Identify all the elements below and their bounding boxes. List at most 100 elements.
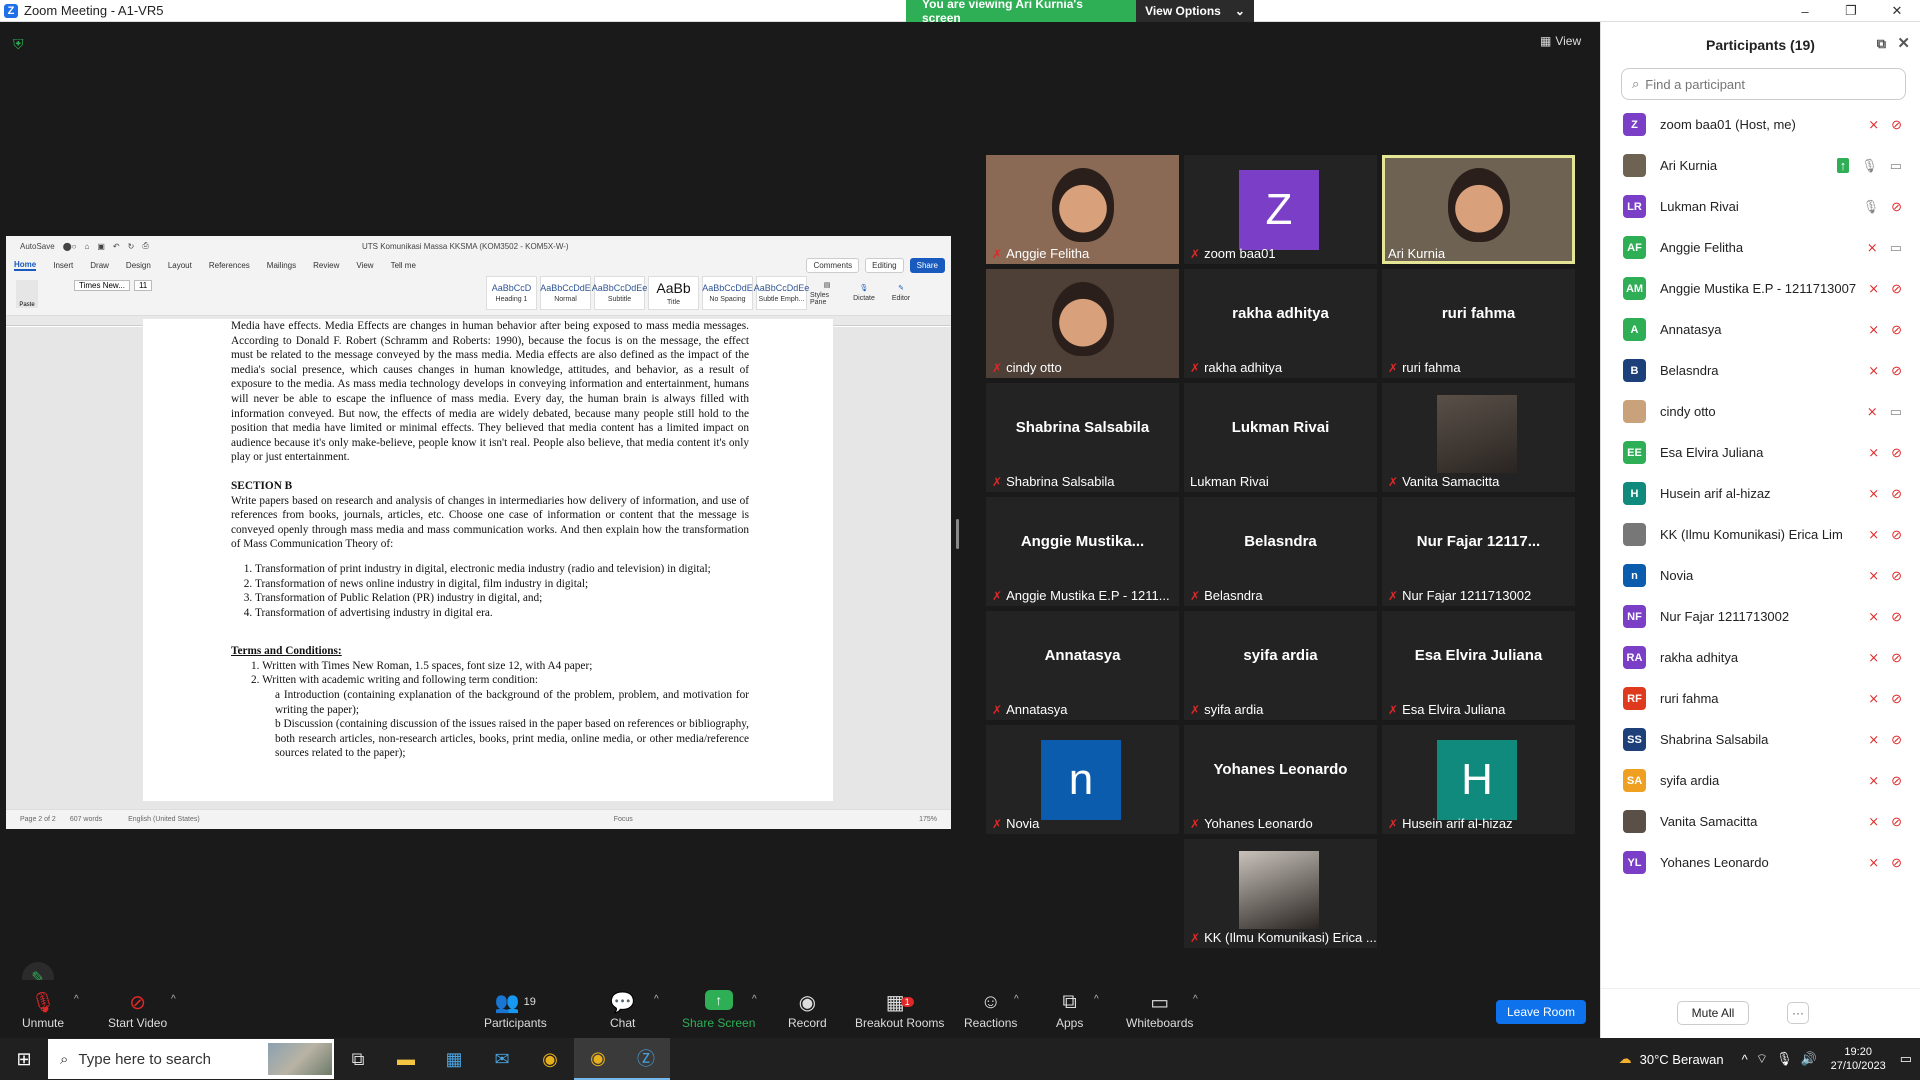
video-tile[interactable]: ruri fahma ✗ ruri fahma (1382, 269, 1575, 378)
video-tile[interactable]: ✗ Anggie Felitha (986, 155, 1179, 264)
taskbar-search-box[interactable]: ⌕ Type here to search (48, 1039, 334, 1079)
participant-row[interactable]: EE Esa Elvira Juliana ⨯ ⊘ (1601, 432, 1920, 473)
whiteboards-chevron-icon[interactable]: ^ (1193, 994, 1198, 1005)
apps-chevron-icon[interactable]: ^ (1094, 994, 1099, 1005)
participant-avatar: H (1437, 740, 1517, 820)
mail-icon[interactable]: ✉ (478, 1038, 526, 1080)
share-screen-button[interactable]: ↑ Share Screen (682, 990, 755, 1030)
participant-row[interactable]: Vanita Samacitta ⨯ ⊘ (1601, 801, 1920, 842)
microphone-muted-icon: ⨯ (1868, 321, 1880, 337)
video-tile[interactable]: Shabrina Salsabila ✗ Shabrina Salsabila (986, 383, 1179, 492)
video-tile[interactable]: ✗ Vanita Samacitta (1382, 383, 1575, 492)
document-page: Media have effects. Media Effects are ch… (143, 319, 833, 801)
mute-all-button[interactable]: Mute All (1677, 1001, 1749, 1025)
participant-row[interactable]: B Belasndra ⨯ ⊘ (1601, 350, 1920, 391)
microphone-muted-icon: ⨯ (1868, 649, 1880, 665)
participant-row[interactable]: H Husein arif al-hizaz ⨯ ⊘ (1601, 473, 1920, 514)
audio-options-chevron-icon[interactable]: ^ (74, 994, 79, 1005)
participant-row[interactable]: RA rakha adhitya ⨯ ⊘ (1601, 637, 1920, 678)
video-tile[interactable]: Belasndra ✗ Belasndra (1184, 497, 1377, 606)
participant-row[interactable]: Zzoom baa01 (Host, me) ⨯ ⊘ (1601, 104, 1920, 145)
video-tile[interactable]: n ✗ Novia (986, 725, 1179, 834)
microsoft-store-icon[interactable]: ▦ (430, 1038, 478, 1080)
reactions-chevron-icon[interactable]: ^ (1014, 994, 1019, 1005)
video-tile[interactable]: ✗ KK (Ilmu Komunikasi) Erica ... (1184, 839, 1377, 948)
more-options-button[interactable]: ··· (1787, 1002, 1809, 1024)
unmute-button[interactable]: 🎙 Unmute (22, 990, 64, 1031)
video-tile[interactable]: Esa Elvira Juliana ✗ Esa Elvira Juliana (1382, 611, 1575, 720)
participant-row[interactable]: AM Anggie Mustika E.P - 1211713007 ⨯ ⊘ (1601, 268, 1920, 309)
font-size-field: 11 (133, 280, 153, 291)
video-tile[interactable]: Lukman Rivai Lukman Rivai (1184, 383, 1377, 492)
video-tile[interactable]: H ✗ Husein arif al-hizaz (1382, 725, 1575, 834)
apps-button[interactable]: ⧉ Apps (1056, 990, 1083, 1031)
participant-row[interactable]: AF Anggie Felitha ⨯ ▭ (1601, 227, 1920, 268)
pop-out-icon[interactable]: ⧉ (1877, 36, 1886, 52)
encryption-shield-icon[interactable]: ⛨ (13, 36, 27, 52)
video-options-chevron-icon[interactable]: ^ (171, 994, 176, 1005)
reactions-button[interactable]: ☺ Reactions (964, 990, 1017, 1031)
video-tile[interactable]: syifa ardia ✗ syifa ardia (1184, 611, 1377, 720)
video-tile[interactable]: Anggie Mustika... ✗ Anggie Mustika E.P - 1… (986, 497, 1179, 606)
participant-status-icons: ⨯ ⊘ (1868, 691, 1902, 707)
taskbar-search-text: Type here to search (78, 1050, 211, 1068)
participants-title: Participants (19) (1706, 37, 1815, 53)
zoom-app-icon[interactable]: Ⓩ (622, 1038, 670, 1080)
speaker-icon[interactable]: 🔊 (1800, 1051, 1816, 1067)
record-button[interactable]: ◉ Record (788, 990, 827, 1031)
home-icon: ⌂ (84, 241, 90, 251)
chrome-profile-icon[interactable]: ◉ (574, 1038, 622, 1080)
participant-row[interactable]: LR Lukman Rivai 🎙 ⊘ (1601, 186, 1920, 227)
tray-chevron-icon[interactable]: ^ (1742, 1052, 1748, 1067)
video-off-icon: ⊘ (1891, 321, 1902, 337)
video-tile[interactable]: Yohanes Leonardo ✗ Yohanes Leonardo (1184, 725, 1377, 834)
microphone-tray-icon[interactable]: 🎙 (1776, 1051, 1793, 1067)
participant-row[interactable]: A Annatasya ⨯ ⊘ (1601, 309, 1920, 350)
video-tile[interactable]: Z ✗ zoom baa01 (1184, 155, 1377, 264)
whiteboards-button[interactable]: ▭ Whiteboards (1126, 990, 1193, 1031)
close-panel-icon[interactable]: ✕ (1897, 34, 1910, 52)
leave-room-button[interactable]: Leave Room (1496, 1000, 1586, 1024)
participant-row[interactable]: NF Nur Fajar 1211713002 ⨯ ⊘ (1601, 596, 1920, 637)
file-explorer-icon[interactable]: ▬ (382, 1038, 430, 1080)
maximize-button[interactable]: ❐ (1828, 0, 1874, 22)
network-icon[interactable]: ⌔ (1756, 1051, 1768, 1067)
participant-row[interactable]: SA syifa ardia ⨯ ⊘ (1601, 760, 1920, 801)
participant-display-name: ruri fahma (1441, 305, 1516, 322)
clock[interactable]: 19:20 27/10/2023 (1831, 1045, 1886, 1073)
undo-icon: ↶ (112, 241, 120, 251)
video-tile[interactable]: ✗ cindy otto (986, 269, 1179, 378)
breakout-rooms-button[interactable]: ▦ 1 Breakout Rooms (855, 990, 944, 1031)
view-layout-button[interactable]: ▦ View (1540, 34, 1581, 48)
participant-row[interactable]: SS Shabrina Salsabila ⨯ ⊘ (1601, 719, 1920, 760)
tile-name: Esa Elvira Juliana (1402, 702, 1506, 717)
video-tile[interactable]: Ari Kurnia (1382, 155, 1575, 264)
chat-options-chevron-icon[interactable]: ^ (654, 994, 659, 1005)
tile-name-label: ✗ ruri fahma (1388, 360, 1461, 375)
video-tile[interactable]: Nur Fajar 12117... ✗ Nur Fajar 1211713002 (1382, 497, 1575, 606)
chrome-icon[interactable]: ◉ (526, 1038, 574, 1080)
start-video-button[interactable]: ⊘ Start Video (108, 990, 167, 1031)
participant-row[interactable]: cindy otto ⨯ ▭ (1601, 391, 1920, 432)
view-options-button[interactable]: View Options ⌄ (1136, 0, 1254, 22)
split-handle[interactable] (956, 519, 959, 549)
video-tile[interactable]: rakha adhitya ✗ rakha adhitya (1184, 269, 1377, 378)
share-options-chevron-icon[interactable]: ^ (752, 994, 757, 1005)
microphone-muted-icon: ✗ (992, 474, 1003, 489)
participant-row[interactable]: YL Yohanes Leonardo ⨯ ⊘ (1601, 842, 1920, 883)
participant-row[interactable]: n Novia ⨯ ⊘ (1601, 555, 1920, 596)
participant-row[interactable]: Ari Kurnia ↑ 🎙 ▭ (1601, 145, 1920, 186)
minimize-button[interactable]: – (1782, 0, 1828, 22)
notifications-icon[interactable]: ▭ (1900, 1051, 1912, 1067)
chat-button[interactable]: 💬 Chat (610, 990, 635, 1031)
task-view-icon[interactable]: ⧉ (334, 1038, 382, 1080)
participant-row[interactable]: RF ruri fahma ⨯ ⊘ (1601, 678, 1920, 719)
close-window-button[interactable]: ✕ (1874, 0, 1920, 22)
participant-row[interactable]: KK (Ilmu Komunikasi) Erica Lim ⨯ ⊘ (1601, 514, 1920, 555)
participant-search-input[interactable] (1645, 76, 1876, 92)
participants-button[interactable]: 👥 19 Participants (484, 990, 547, 1031)
windows-start-icon[interactable]: ⊞ (0, 1038, 48, 1080)
tile-name: zoom baa01 (1204, 246, 1276, 261)
tile-name-label: ✗ Yohanes Leonardo (1190, 816, 1313, 831)
video-tile[interactable]: Annatasya ✗ Annatasya (986, 611, 1179, 720)
